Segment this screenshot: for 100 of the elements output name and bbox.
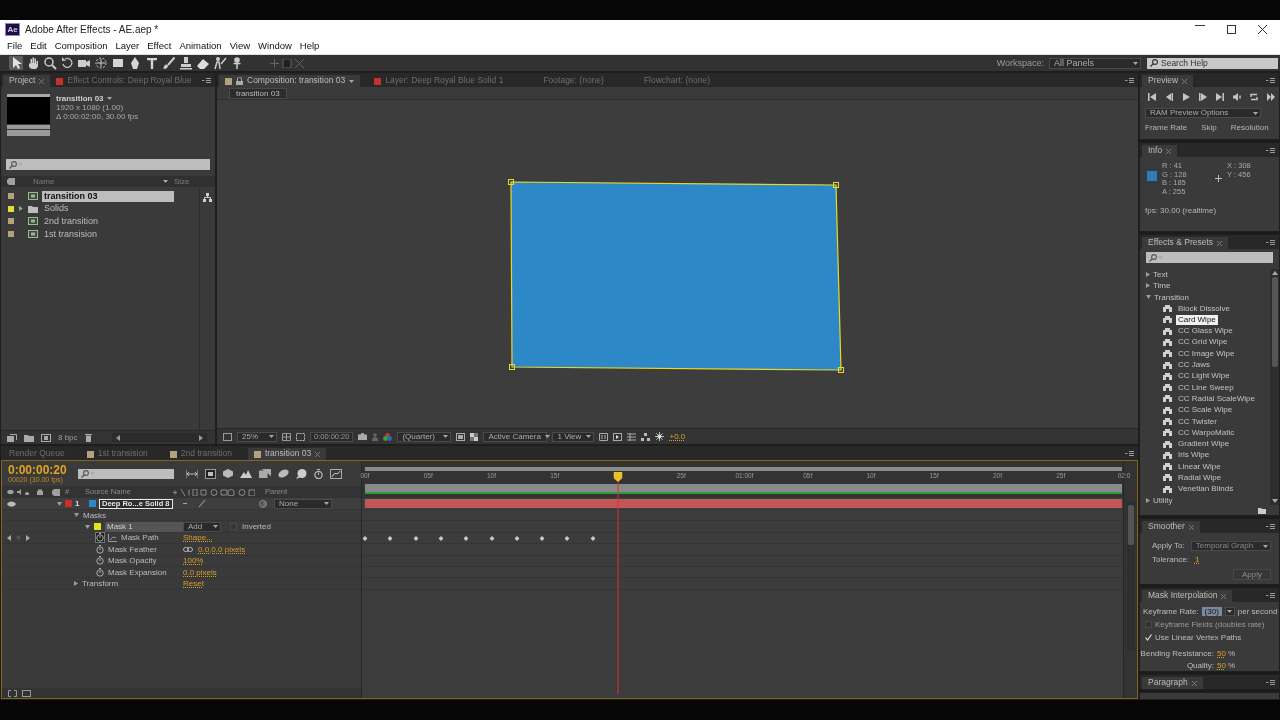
scrollbar[interactable]: [1270, 269, 1279, 505]
stacked-frames-icon[interactable]: [205, 468, 216, 479]
preset-list-item[interactable]: Radial Wipe: [1176, 473, 1224, 483]
bars-frame-icon[interactable]: [599, 432, 609, 441]
first-frame-icon[interactable]: [1148, 93, 1156, 101]
preset-list-item[interactable]: CC Image Wipe: [1176, 348, 1237, 359]
brush-icon[interactable]: [162, 56, 176, 70]
menu-item[interactable]: View: [225, 41, 255, 52]
flowchart-icon[interactable]: [641, 432, 651, 441]
folder-icon[interactable]: [24, 433, 34, 442]
play-frame-icon[interactable]: [613, 432, 623, 441]
disclosure-triangle-icon[interactable]: [74, 581, 78, 587]
preset-list-item[interactable]: Venetian Blinds: [1176, 484, 1236, 495]
preset-list-item[interactable]: Block Dissolve: [1176, 303, 1232, 314]
spiral-icon[interactable]: [259, 499, 267, 508]
property-value[interactable]: Shape...: [183, 533, 213, 543]
figure-brush-icon[interactable]: [213, 56, 227, 70]
panel-tab[interactable]: Paragraph: [1142, 677, 1203, 689]
keyframe-icon[interactable]: [564, 535, 570, 541]
panel-tab[interactable]: transition 03: [247, 448, 327, 460]
project-item[interactable]: 1st transision: [42, 228, 174, 240]
sun-icon[interactable]: [655, 432, 665, 441]
parent-dropdown[interactable]: None: [274, 498, 332, 509]
eye-icon[interactable]: [7, 500, 16, 507]
preset-list-item[interactable]: CC Grid Wipe: [1176, 337, 1230, 348]
preset-category[interactable]: Transition: [1154, 292, 1189, 302]
preset-list-item[interactable]: Card Wipe: [1176, 314, 1218, 325]
scroll-up-icon[interactable]: [1271, 271, 1278, 275]
playhead[interactable]: [613, 472, 623, 694]
stamp-icon[interactable]: [179, 56, 193, 70]
current-time[interactable]: 0:00:00:20: [8, 463, 67, 476]
next-keyframe-icon[interactable]: [26, 534, 30, 541]
menu-item[interactable]: Edit: [26, 41, 51, 52]
breadcrumb[interactable]: transition 03: [229, 87, 287, 99]
stopwatch-icon[interactable]: [314, 468, 323, 479]
panel-menu-icon[interactable]: [1266, 147, 1275, 153]
search-field[interactable]: [78, 468, 174, 479]
menu-item[interactable]: Animation: [175, 41, 226, 52]
mountain-icon[interactable]: [240, 469, 252, 478]
property-value[interactable]: 100%: [183, 556, 204, 566]
mask-mode-dropdown[interactable]: Add: [183, 521, 221, 532]
bit-depth-label[interactable]: 8 bpc: [58, 432, 78, 443]
keyframe-icon[interactable]: [362, 535, 368, 541]
panel-tab[interactable]: Info: [1142, 145, 1178, 157]
lines-icon[interactable]: [627, 432, 637, 441]
stopwatch-icon[interactable]: [96, 533, 104, 543]
panel-tab[interactable]: Preview: [1142, 75, 1194, 87]
view-layout-dropdown[interactable]: 1 View: [552, 431, 595, 442]
checkerboard-icon[interactable]: [470, 432, 479, 441]
next-frame-icon[interactable]: [1199, 93, 1207, 101]
keyframe-rate-field[interactable]: (30): [1201, 607, 1222, 616]
stacked-rectangles-icon[interactable]: [7, 433, 17, 442]
framed-square-icon[interactable]: [41, 433, 51, 442]
search-help-field[interactable]: Search Help: [1147, 57, 1278, 69]
panel-tab[interactable]: Effects & Presets: [1142, 237, 1229, 249]
property-group-label[interactable]: Transform: [82, 578, 119, 589]
scroll-right-icon[interactable]: [199, 434, 203, 441]
disclosure-triangle-icon[interactable]: [19, 206, 23, 212]
search-field[interactable]: [1146, 252, 1273, 263]
preset-list-item[interactable]: CC Radial ScaleWipe: [1176, 393, 1257, 404]
panel-menu-icon[interactable]: [1266, 77, 1275, 83]
ram-preview-options-dropdown[interactable]: RAM Preview Options: [1145, 108, 1261, 118]
mask-name[interactable]: Mask 1: [105, 521, 183, 532]
preset-category[interactable]: Time: [1153, 281, 1171, 291]
preset-list-item[interactable]: Gradient Wipe: [1176, 439, 1232, 450]
keyframe-rate-dropdown[interactable]: [1224, 607, 1235, 616]
color-circles-icon[interactable]: [383, 432, 393, 441]
speech-bubble-icon[interactable]: [296, 468, 307, 479]
setting-value[interactable]: 50: [1217, 661, 1226, 671]
brackets-icon[interactable]: [8, 689, 17, 697]
keyframe-icon[interactable]: [387, 535, 393, 541]
preset-list-item[interactable]: CC Line Sweep: [1176, 382, 1236, 393]
disclosure-triangle-icon[interactable]: [1146, 283, 1150, 289]
resolution-dropdown[interactable]: (Quarter): [397, 431, 452, 442]
letter-t-icon[interactable]: [145, 56, 159, 70]
reset-link[interactable]: Reset: [183, 578, 204, 589]
project-item[interactable]: 2nd transition: [42, 216, 174, 227]
property-value[interactable]: 0.0,0.0 pixels: [198, 544, 246, 554]
scroll-left-icon[interactable]: [116, 434, 120, 441]
close-icon[interactable]: [1258, 25, 1267, 34]
dashed-circle-cross-icon[interactable]: [94, 56, 108, 70]
panel-menu-icon[interactable]: [1266, 523, 1275, 529]
panel-menu-icon[interactable]: [1125, 450, 1134, 456]
stopwatch-icon[interactable]: [96, 567, 104, 577]
play-icon[interactable]: [1182, 93, 1190, 101]
disclosure-triangle-icon[interactable]: [1146, 295, 1151, 300]
disclosure-triangle-icon[interactable]: [85, 524, 90, 529]
setting-value[interactable]: 50: [1217, 649, 1226, 659]
dashed-frame-icon[interactable]: [296, 432, 305, 441]
keyframe-icon[interactable]: [413, 535, 419, 541]
menu-item[interactable]: Window: [254, 41, 296, 52]
previous-frame-icon[interactable]: [1165, 93, 1173, 101]
split-arrows-icon[interactable]: [186, 469, 198, 478]
disclosure-triangle-icon[interactable]: [57, 501, 62, 506]
preset-category[interactable]: Utility: [1153, 496, 1173, 506]
menu-item[interactable]: Help: [295, 41, 324, 52]
keyframe-icon[interactable]: [463, 535, 469, 541]
flowchart-icon[interactable]: [203, 193, 212, 202]
masked-solid-layer[interactable]: [508, 178, 847, 376]
stopwatch-icon[interactable]: [96, 556, 104, 566]
